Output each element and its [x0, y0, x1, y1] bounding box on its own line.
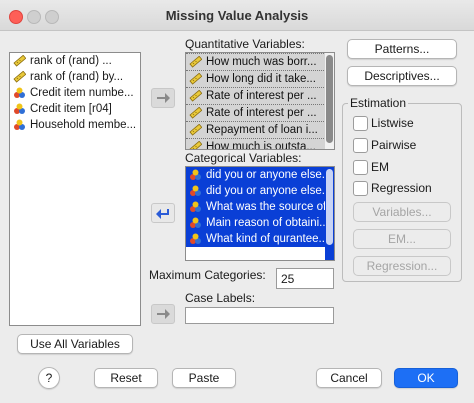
- source-variable-item[interactable]: rank of (rand) by...: [10, 69, 140, 85]
- regression-button[interactable]: Regression...: [353, 256, 451, 276]
- categorical-variable-list[interactable]: did you or anyone else... did you or anyo…: [185, 166, 335, 261]
- scale-ruler-icon: [189, 89, 203, 102]
- regression-label: Regression: [371, 181, 432, 195]
- list-item-label: rank of (rand) ...: [30, 55, 112, 67]
- regression-checkbox[interactable]: [353, 181, 368, 196]
- pairwise-label: Pairwise: [371, 138, 417, 152]
- quantitative-variable-item[interactable]: How much was borr...: [186, 53, 334, 70]
- em-button[interactable]: EM...: [353, 229, 451, 249]
- list-item-label: did you or anyone else...: [206, 169, 332, 181]
- title-bar: Missing Value Analysis: [0, 0, 474, 31]
- source-variable-list[interactable]: rank of (rand) ... rank of (rand) by... Cr…: [9, 52, 141, 326]
- reset-button[interactable]: Reset: [94, 368, 158, 388]
- list-item-label: Main reason of obtaini...: [206, 217, 329, 229]
- list-item-label: Rate of interest per ...: [206, 90, 317, 102]
- window-title: Missing Value Analysis: [165, 8, 309, 23]
- case-labels-label: Case Labels:: [185, 291, 256, 305]
- nominal-balls-icon: [13, 119, 26, 131]
- listwise-label: Listwise: [371, 116, 414, 130]
- scale-ruler-icon: [189, 55, 203, 68]
- patterns-button[interactable]: Patterns...: [347, 39, 457, 59]
- cancel-button[interactable]: Cancel: [316, 368, 382, 388]
- listwise-checkbox[interactable]: [353, 116, 368, 131]
- list-item-label: Rate of interest per ...: [206, 107, 317, 119]
- categorical-scrollbar[interactable]: [325, 167, 334, 260]
- nominal-balls-icon: [13, 103, 26, 115]
- move-from-categorical-button[interactable]: [151, 203, 175, 223]
- help-button[interactable]: ?: [38, 367, 60, 389]
- quantitative-label: Quantitative Variables:: [185, 37, 305, 51]
- list-item-label: How much is outsta...: [206, 141, 316, 150]
- categorical-variable-item[interactable]: did you or anyone else...: [186, 183, 334, 199]
- move-to-case-labels-button[interactable]: [151, 304, 175, 324]
- source-variable-item[interactable]: rank of (rand) ...: [10, 53, 140, 69]
- categorical-variable-item[interactable]: Main reason of obtaini...: [186, 215, 334, 231]
- nominal-balls-icon: [189, 217, 202, 229]
- paste-button[interactable]: Paste: [172, 368, 236, 388]
- scale-ruler-icon: [189, 106, 203, 119]
- categorical-variable-item[interactable]: What was the source of...: [186, 199, 334, 215]
- categorical-label: Categorical Variables:: [185, 151, 302, 165]
- nominal-balls-icon: [189, 185, 202, 197]
- quantitative-variable-item[interactable]: How much is outsta...: [186, 138, 334, 150]
- nominal-balls-icon: [189, 169, 202, 181]
- source-variable-item[interactable]: Credit item [r04]: [10, 101, 140, 117]
- variables-button[interactable]: Variables...: [353, 202, 451, 222]
- use-all-variables-button[interactable]: Use All Variables: [17, 334, 133, 354]
- list-item-label: Credit item numbe...: [30, 87, 134, 99]
- categorical-variable-item[interactable]: What kind of qurantee...: [186, 231, 334, 247]
- scale-ruler-icon: [189, 72, 203, 85]
- list-item-label: How long did it take...: [206, 73, 316, 85]
- em-checkbox[interactable]: [353, 160, 368, 175]
- categorical-variable-item[interactable]: did you or anyone else...: [186, 167, 334, 183]
- source-variable-item[interactable]: Household membe...: [10, 117, 140, 133]
- em-label: EM: [371, 160, 389, 174]
- estimation-label: Estimation: [348, 96, 409, 110]
- list-item-label: did you or anyone else...: [206, 185, 332, 197]
- nominal-balls-icon: [13, 87, 26, 99]
- nominal-balls-icon: [189, 233, 202, 245]
- list-item-label: What kind of qurantee...: [206, 233, 329, 245]
- right-arrow-icon: [157, 309, 170, 319]
- pairwise-checkbox[interactable]: [353, 138, 368, 153]
- list-item-label: Credit item [r04]: [30, 103, 112, 115]
- nominal-balls-icon: [189, 201, 202, 213]
- descriptives-button[interactable]: Descriptives...: [347, 66, 457, 86]
- quantitative-variable-item[interactable]: Rate of interest per ...: [186, 104, 334, 121]
- quantitative-variable-item[interactable]: Repayment of loan i...: [186, 121, 334, 138]
- scale-ruler-icon: [13, 54, 27, 67]
- case-labels-field[interactable]: [185, 307, 334, 324]
- scale-ruler-icon: [189, 140, 203, 149]
- scale-ruler-icon: [189, 123, 203, 136]
- list-item-label: What was the source of...: [206, 201, 335, 213]
- list-item-label: rank of (rand) by...: [30, 71, 124, 83]
- source-variable-item[interactable]: Credit item numbe...: [10, 85, 140, 101]
- list-item-label: Household membe...: [30, 119, 137, 131]
- list-item-label: How much was borr...: [206, 56, 317, 68]
- right-arrow-icon: [157, 93, 170, 103]
- max-categories-field[interactable]: 25: [276, 268, 334, 289]
- scale-ruler-icon: [13, 70, 27, 83]
- quantitative-variable-list[interactable]: How much was borr... How long did it take…: [185, 52, 335, 150]
- ok-button[interactable]: OK: [394, 368, 458, 388]
- quantitative-variable-item[interactable]: How long did it take...: [186, 70, 334, 87]
- list-item-label: Repayment of loan i...: [206, 124, 318, 136]
- quantitative-scrollbar[interactable]: [325, 53, 334, 149]
- max-categories-label: Maximum Categories:: [149, 268, 266, 282]
- quantitative-variable-item[interactable]: Rate of interest per ...: [186, 87, 334, 104]
- move-to-quantitative-button[interactable]: [151, 88, 175, 108]
- left-arrow-icon: [156, 209, 169, 219]
